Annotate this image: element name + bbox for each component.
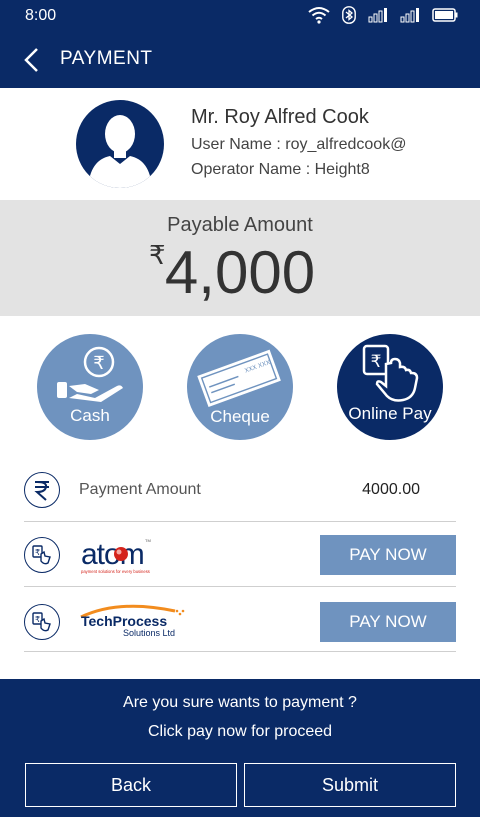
avatar <box>76 100 164 188</box>
profile-card: Mr. Roy Alfred Cook User Name : roy_alfr… <box>0 88 480 200</box>
techprocess-logo: TechProcess Solutions Ltd <box>79 601 189 646</box>
payment-amount-row: Payment Amount 4000.00 <box>24 466 456 522</box>
signal-icon <box>400 7 420 23</box>
payable-amount: 4,000 <box>164 239 316 306</box>
back-button[interactable]: Back <box>25 763 237 807</box>
profile-name: Mr. Roy Alfred Cook <box>191 106 369 128</box>
payment-amount-value: 4000.00 <box>362 481 420 498</box>
svg-text:TM: TM <box>145 538 151 543</box>
gateway-row-techprocess: ₹ TechProcess Solutions Ltd PAY NOW <box>24 587 456 652</box>
cheque-label: Cheque <box>210 407 270 426</box>
status-time: 8:00 <box>25 7 57 24</box>
rupee-circle-icon <box>24 472 60 508</box>
profile-operator: Operator Name : Height8 <box>191 161 370 178</box>
svg-text:TechProcess: TechProcess <box>81 613 167 629</box>
svg-text:₹: ₹ <box>93 353 104 374</box>
payable-label: Payable Amount <box>167 214 313 236</box>
cheque-method-button[interactable]: XXX XXX Cheque <box>187 334 293 440</box>
gateway-row-atom: ₹ atom TM payment solutions for every bu… <box>24 522 456 587</box>
chevron-left-icon[interactable] <box>20 47 44 73</box>
svg-text:₹: ₹ <box>35 615 40 624</box>
status-icons <box>308 6 458 24</box>
atom-logo: atom TM payment solutions for every busi… <box>81 536 161 581</box>
status-bar: 8:00 <box>0 0 480 31</box>
svg-text:payment solutions for every bu: payment solutions for every business <box>81 569 150 574</box>
payable-amount-panel: Payable Amount ₹ 4,000 <box>0 200 480 316</box>
online-pay-circle-icon: ₹ <box>24 604 60 640</box>
cash-label: Cash <box>70 406 110 425</box>
svg-text:₹: ₹ <box>371 352 382 372</box>
confirm-message-line2: Click pay now for proceed <box>147 723 333 740</box>
svg-text:Solutions Ltd: Solutions Ltd <box>123 628 175 638</box>
cash-method-button[interactable]: ₹ Cash <box>37 334 143 440</box>
app-bar: PAYMENT <box>0 31 480 88</box>
online-pay-icon: ₹ <box>362 344 419 402</box>
profile-username: User Name : roy_alfredcook@ <box>191 136 407 153</box>
battery-icon <box>432 8 458 22</box>
confirm-message-line1: Are you sure wants to payment ? <box>123 694 357 711</box>
techprocess-pay-now-button[interactable]: PAY NOW <box>320 602 456 642</box>
bluetooth-icon <box>342 6 356 24</box>
online-pay-method-button[interactable]: ₹ Online Pay <box>337 334 443 440</box>
user-silhouette-icon <box>88 115 152 188</box>
online-pay-circle-icon: ₹ <box>24 537 60 573</box>
atom-pay-now-button[interactable]: PAY NOW <box>320 535 456 575</box>
page-title: PAYMENT <box>60 48 153 69</box>
submit-button[interactable]: Submit <box>244 763 456 807</box>
svg-text:₹: ₹ <box>35 548 40 557</box>
wifi-icon <box>308 6 330 24</box>
footer-panel: Are you sure wants to payment ? Click pa… <box>0 679 480 817</box>
online-pay-label: Online Pay <box>348 404 432 423</box>
payment-amount-label: Payment Amount <box>79 481 201 498</box>
signal-icon <box>368 7 388 23</box>
svg-text:atom: atom <box>81 538 144 571</box>
